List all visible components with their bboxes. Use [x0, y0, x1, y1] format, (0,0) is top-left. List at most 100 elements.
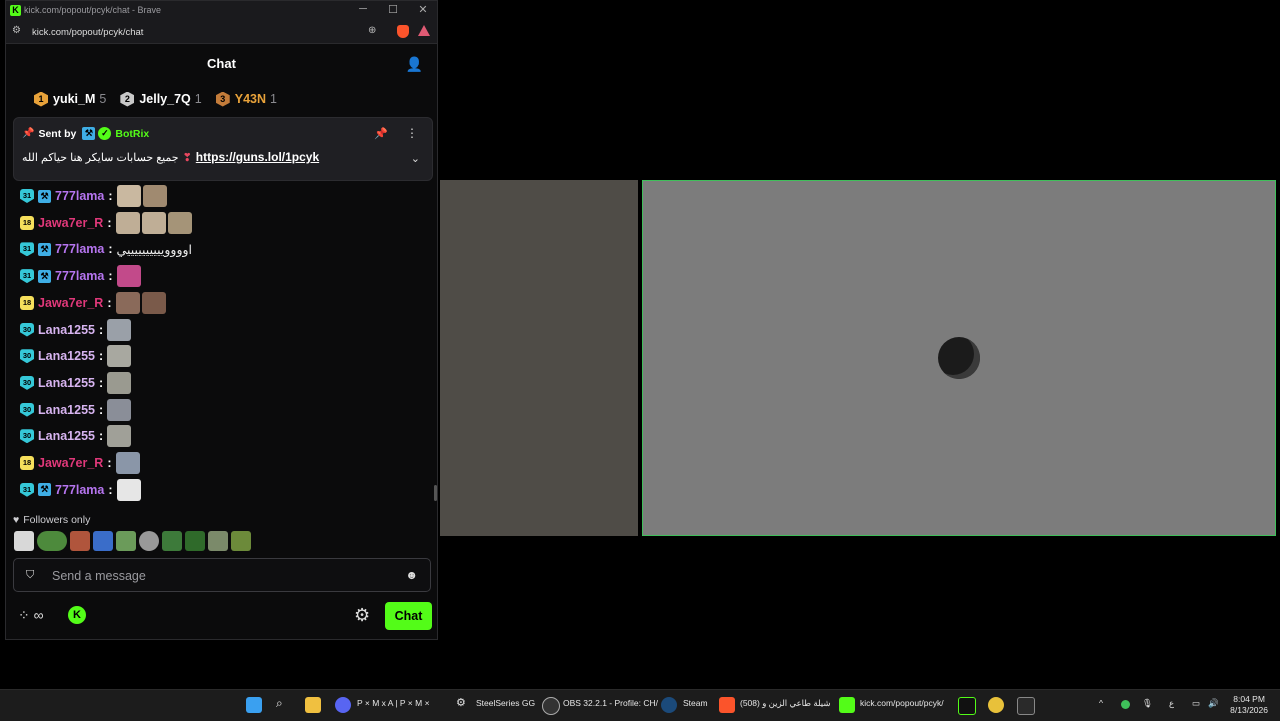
taskbar-item[interactable]: kick.com/popout/pcyk/ — [860, 698, 944, 708]
emote[interactable] — [208, 531, 228, 551]
chat-message[interactable]: 18 Jawa7er_R: — [20, 452, 142, 474]
scrollbar[interactable] — [434, 485, 437, 501]
emote[interactable] — [107, 425, 132, 448]
chrome-icon[interactable] — [988, 697, 1004, 713]
emote[interactable] — [115, 291, 140, 314]
chat-message[interactable]: 31 ⚒ 777lama: — [20, 185, 169, 207]
volume-icon[interactable]: 🔊 — [1208, 698, 1219, 709]
chat-username[interactable]: Jawa7er_R — [38, 296, 103, 310]
emote[interactable] — [167, 211, 192, 234]
emote[interactable] — [142, 185, 167, 207]
leaderboard-item[interactable]: 3 Y43N 1 — [215, 91, 277, 107]
taskbar-item[interactable]: (508) شيلة طاعي الزين و — [740, 698, 830, 709]
chat-username[interactable]: Jawa7er_R — [38, 456, 103, 470]
app-icon[interactable] — [958, 697, 976, 715]
taskbar-item[interactable]: OBS 32.2.1 - Profile: CH/ — [563, 698, 658, 708]
emote[interactable] — [93, 531, 113, 551]
status-icon[interactable] — [1121, 700, 1130, 709]
emote[interactable] — [107, 318, 132, 341]
url-text[interactable]: kick.com/popout/pcyk/chat — [32, 27, 143, 38]
emote[interactable] — [185, 531, 205, 551]
clock[interactable]: 8:04 PM 8/13/2026 — [1230, 694, 1268, 716]
emote[interactable] — [116, 531, 136, 551]
taskbar-item[interactable]: Steam — [683, 698, 708, 708]
language-indicator[interactable]: ع — [1169, 698, 1174, 709]
chat-username[interactable]: Lana1255 — [38, 429, 95, 443]
pinned-author[interactable]: BotRix — [115, 128, 149, 140]
unpin-icon[interactable]: 📌 — [374, 127, 388, 140]
emote[interactable] — [14, 531, 34, 551]
leaderboard-item[interactable]: 2 Jelly_7Q 1 — [120, 91, 202, 107]
chat-username[interactable]: Lana1255 — [38, 349, 95, 363]
zoom-icon[interactable]: ⊕ — [368, 25, 376, 36]
chat-message[interactable]: 30 Lana1255: — [20, 425, 133, 448]
discord-icon[interactable] — [335, 697, 351, 713]
leaderboard-item[interactable]: 1 yuki_M 5 — [34, 91, 106, 107]
obs-icon[interactable] — [542, 697, 560, 715]
address-bar[interactable]: ⚙ kick.com/popout/pcyk/chat ⊕ — [6, 21, 437, 44]
close-button[interactable]: ✕ — [409, 3, 437, 16]
emote[interactable] — [70, 531, 90, 551]
chat-message[interactable]: 31 ⚒ 777lama: اووووييييييييييي — [20, 238, 192, 260]
chat-username[interactable]: Lana1255 — [38, 323, 95, 337]
emote[interactable] — [107, 371, 132, 394]
emote[interactable] — [139, 531, 159, 551]
kick-points-icon[interactable]: K — [68, 606, 86, 624]
more-options-icon[interactable]: ⋮ — [406, 126, 418, 140]
emoji-icon[interactable]: ☻ — [405, 568, 418, 582]
send-chat-button[interactable]: Chat — [385, 602, 432, 630]
kick-icon[interactable] — [839, 697, 855, 713]
emote[interactable] — [115, 452, 140, 474]
chat-message[interactable]: 31 ⚒ 777lama: — [20, 265, 143, 288]
chat-message[interactable]: 30 Lana1255: — [20, 371, 133, 394]
minimize-button[interactable]: ─ — [349, 3, 377, 15]
chat-username[interactable]: 777lama — [55, 242, 104, 256]
pinned-message[interactable]: 📌 Sent by ⚒ ✓ BotRix 📌 ⋮ جميع حسابات ساي… — [13, 117, 433, 181]
emote[interactable] — [116, 265, 141, 288]
chat-username[interactable]: Lana1255 — [38, 376, 95, 390]
emote[interactable] — [37, 531, 67, 551]
search-icon[interactable]: ⌕ — [276, 696, 283, 711]
pinned-link[interactable]: https://guns.lol/1pcyk — [196, 150, 319, 164]
chevron-up-icon[interactable]: ^ — [1099, 698, 1103, 708]
brave-rewards-icon[interactable] — [418, 25, 430, 36]
display-icon[interactable]: ▭ — [1192, 698, 1200, 709]
shield-icon[interactable]: ⛉ — [26, 569, 34, 582]
message-input[interactable] — [50, 565, 384, 587]
brave-shields-icon[interactable] — [397, 25, 409, 38]
site-settings-icon[interactable]: ⚙ — [12, 25, 21, 36]
file-explorer-icon[interactable] — [305, 697, 321, 713]
chat-username[interactable]: Lana1255 — [38, 403, 95, 417]
message-input-box[interactable]: ⛉ ☻ — [13, 558, 431, 592]
chat-message[interactable]: 30 Lana1255: — [20, 398, 133, 421]
app-icon[interactable] — [1017, 697, 1035, 715]
chat-message[interactable]: 30 Lana1255: — [20, 345, 133, 368]
chat-message[interactable]: 30 Lana1255: — [20, 318, 133, 341]
emote[interactable] — [107, 345, 132, 368]
chat-message[interactable]: 31 ⚒ 777lama: — [20, 478, 143, 501]
brave-icon[interactable] — [719, 697, 735, 713]
chat-message[interactable]: 18 Jawa7er_R: — [20, 291, 168, 314]
chat-username[interactable]: Jawa7er_R — [38, 216, 103, 230]
emote[interactable] — [107, 398, 132, 421]
mic-icon[interactable]: 🎙 — [1142, 698, 1153, 709]
emote[interactable] — [141, 211, 166, 234]
chat-username[interactable]: 777lama — [55, 269, 104, 283]
windows-start-icon[interactable] — [246, 697, 262, 713]
chat-message[interactable]: 18 Jawa7er_R: — [20, 211, 194, 234]
emote[interactable] — [116, 185, 141, 207]
emote[interactable] — [162, 531, 182, 551]
taskbar-item[interactable]: P × M x A | P × M × — [357, 698, 430, 708]
taskbar-item[interactable]: SteelSeries GG — [476, 698, 535, 708]
steam-icon[interactable] — [661, 697, 677, 713]
maximize-button[interactable]: ☐ — [379, 3, 407, 16]
gear-icon[interactable]: ⚙ — [354, 605, 370, 626]
steelseries-icon[interactable]: ⚙ — [456, 696, 466, 709]
community-icon[interactable]: ⁘ ∞ — [18, 607, 44, 624]
chat-username[interactable]: 777lama — [55, 483, 104, 497]
chat-username[interactable]: 777lama — [55, 189, 104, 203]
chevron-down-icon[interactable]: ⌄ — [411, 152, 420, 165]
users-icon[interactable]: 👤 — [406, 56, 423, 73]
emote[interactable] — [141, 291, 166, 314]
emote[interactable] — [115, 211, 140, 234]
